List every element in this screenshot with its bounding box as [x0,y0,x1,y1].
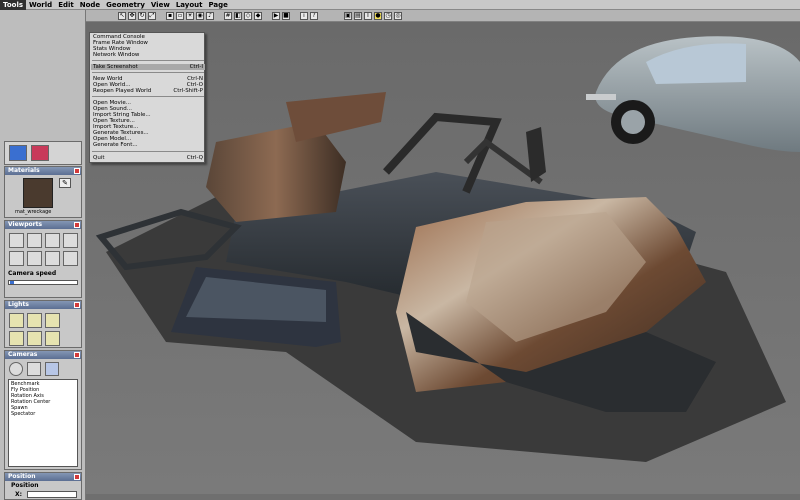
menu-item-quit[interactable]: Quit Ctrl-Q [93,155,203,161]
light-dir-icon[interactable] [45,313,60,328]
layout-three-b-icon[interactable] [27,251,42,266]
toolbar-solid-icon[interactable]: ◆ [254,11,262,20]
toolbar-camera-icon[interactable]: ◉ [196,11,204,20]
toolbar-info-icon[interactable]: i [300,11,308,20]
toolbar-group-icon[interactable]: ▫ [176,11,184,20]
close-icon[interactable] [74,302,80,308]
menu-tools[interactable]: Tools [0,0,27,10]
layout-single-icon[interactable] [9,233,24,248]
toolbar-help-icon[interactable]: ? [310,11,318,20]
light-proj-icon[interactable] [9,331,24,346]
top-tools-panel [4,141,82,165]
toolbar-globe-icon[interactable]: ◎ [394,11,402,20]
toolbar-stop-icon[interactable]: ■ [282,11,290,20]
toolbar-cube-icon[interactable]: ▣ [344,11,352,20]
light-prob-icon[interactable] [45,331,60,346]
car-rear-panel [286,92,386,142]
light-omni-icon[interactable] [9,313,24,328]
menu-separator [92,72,204,73]
menu-separator [92,96,204,97]
toolbar-sound-icon[interactable]: ♪ [206,11,214,20]
layout-quad-icon[interactable] [27,233,42,248]
toolbar-move-icon[interactable]: ✥ [128,11,136,20]
slider-handle[interactable] [10,281,14,284]
viewports-title: Viewports [8,221,43,228]
menu-item-generate-font[interactable]: Generate Font... [93,142,203,148]
light-spot-icon[interactable] [27,313,42,328]
material-thumbnail[interactable] [23,178,53,208]
position-title: Position [8,473,36,480]
menu-node[interactable]: Node [77,0,103,10]
light-world-icon[interactable] [27,331,42,346]
menu-item-take-screenshot[interactable]: Take Screenshot Ctrl-I [91,64,205,70]
menu-separator [92,60,204,61]
toolbar-grid-icon[interactable]: # [224,11,232,20]
list-item[interactable]: Spectator [11,411,75,417]
lights-panel: Lights [4,300,82,348]
toolbar-snap-icon[interactable]: ◧ [234,11,242,20]
menu-bar: Tools World Edit Node Geometry View Layo… [0,0,800,10]
close-icon[interactable] [74,222,80,228]
close-icon[interactable] [74,352,80,358]
toolbar-clock-icon[interactable]: ◷ [384,11,392,20]
menu-view[interactable]: View [148,0,173,10]
3d-viewport[interactable]: Command Console Frame Rate Window Stats … [86,22,800,494]
toolbar-scale-icon[interactable]: ⤢ [148,11,156,20]
menu-world[interactable]: World [26,0,55,10]
viewports-panel: Viewports Camera speed [4,220,82,298]
cameras-panel: Cameras Benchmark Fly Position Rotation … [4,350,82,470]
layout-three-icon[interactable] [9,251,24,266]
eraser-icon[interactable] [31,145,49,161]
menu-layout[interactable]: Layout [173,0,206,10]
cameras-title: Cameras [8,351,38,358]
materials-title: Materials [8,167,40,174]
layout-three-c-icon[interactable] [45,251,60,266]
position-label: Position [11,482,39,489]
layout-three-d-icon[interactable] [63,251,78,266]
menu-geometry[interactable]: Geometry [103,0,148,10]
toolbar-light-icon[interactable]: ☀ [186,11,194,20]
camera-dummy-icon[interactable] [27,362,41,376]
lights-title: Lights [8,301,29,308]
toolbar-bulb-icon[interactable]: ● [374,11,382,20]
toolbar-rotate-icon[interactable]: ↻ [138,11,146,20]
menu-edit[interactable]: Edit [55,0,77,10]
tools-menu-dropdown: Command Console Frame Rate Window Stats … [89,32,205,163]
x-label: X: [15,491,23,498]
toolbar-text-icon[interactable]: T [364,11,372,20]
camera-list[interactable]: Benchmark Fly Position Rotation Axis Rot… [8,379,78,467]
close-icon[interactable] [74,474,80,480]
camera-speed-label: Camera speed [8,270,57,277]
vw-beetle [586,36,800,152]
toolbar-select-icon[interactable]: ↖ [118,11,126,20]
position-panel: Position Position X: [4,472,82,500]
close-icon[interactable] [74,168,80,174]
layout-split-v-icon[interactable] [45,233,60,248]
sidebar: Materials ✎ mat_wreckage Viewports Camer… [0,10,86,500]
menu-page[interactable]: Page [205,0,230,10]
toolbar-play-icon[interactable]: ▶ [272,11,280,20]
menu-separator [92,151,204,152]
camera-speed-slider[interactable] [8,280,78,285]
eyedropper-icon[interactable]: ✎ [59,178,71,188]
material-name: mat_wreckage [15,209,52,215]
position-x-input[interactable] [27,491,77,498]
materials-panel: Materials ✎ mat_wreckage [4,166,82,218]
menu-item-reopen-played-world[interactable]: Reopen Played World Ctrl-Shift-P [93,88,203,94]
car-seat [206,122,346,222]
toolbar: ↖ ✥ ↻ ⤢ ▪ ▫ ☀ ◉ ♪ # ◧ ◇ ◆ ▶ ■ i ? ▣ ▤ T … [86,10,800,22]
toolbar-node-icon[interactable]: ▪ [166,11,174,20]
cube-icon[interactable] [9,145,27,161]
camera-player-icon[interactable] [9,362,23,376]
toolbar-image-icon[interactable]: ▤ [354,11,362,20]
menu-item-network-window[interactable]: Network Window [93,52,203,58]
layout-split-h-icon[interactable] [63,233,78,248]
toolbar-wire-icon[interactable]: ◇ [244,11,252,20]
camera-persecutor-icon[interactable] [45,362,59,376]
